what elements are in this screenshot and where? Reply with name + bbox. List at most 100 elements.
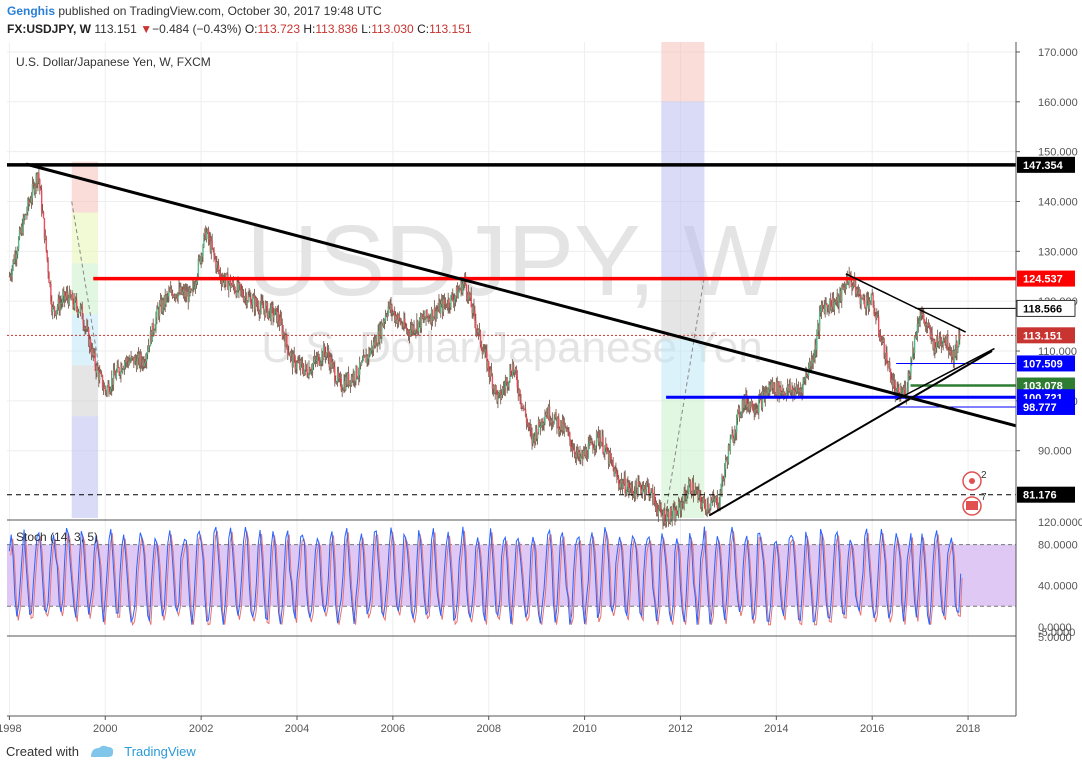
level-price-label: 147.354 (1023, 160, 1064, 172)
event-markers[interactable]: 2 7 (962, 470, 987, 516)
candle-body (676, 510, 678, 515)
candle-body (580, 456, 582, 461)
fib-zone (71, 263, 99, 315)
candle-body (78, 311, 81, 313)
candle-body (716, 496, 719, 508)
candle-body (459, 289, 461, 290)
candle-body (872, 294, 874, 306)
fib-zone (661, 101, 705, 161)
candle-body (56, 307, 59, 311)
candle-body (118, 367, 120, 374)
candle-body (638, 481, 640, 485)
candle-body (232, 281, 235, 286)
candle-body (513, 370, 516, 372)
fib-zone (661, 220, 705, 280)
candle-body (39, 179, 41, 189)
candle-body (398, 315, 401, 319)
candle-body (40, 188, 42, 191)
candle-body (490, 369, 493, 376)
level-price-label: 113.151 (1023, 330, 1062, 342)
candle-body (567, 429, 569, 433)
candle-body (211, 241, 213, 249)
x-tick-label: 2016 (860, 723, 884, 735)
candle-body (830, 306, 833, 310)
candle-body (256, 305, 259, 307)
candle-body (295, 367, 297, 369)
candle-body (761, 392, 764, 408)
candle-body (900, 390, 903, 393)
candle-body (498, 393, 500, 395)
candle-body (228, 283, 230, 290)
candle-body (53, 306, 56, 312)
candle-body (649, 495, 651, 498)
candle-body (113, 370, 116, 376)
candle-body (273, 315, 275, 318)
candle-body (300, 360, 303, 364)
candle-body (290, 352, 293, 354)
candle-body (177, 292, 179, 299)
candle-body (861, 298, 863, 299)
candle-body (181, 291, 184, 294)
candle-body (383, 320, 386, 322)
candle-body (75, 297, 77, 301)
chart-canvas[interactable]: USDJPY, W U.S. Dollar/Japanese Yen -5.00… (0, 0, 1082, 740)
candle-body (710, 502, 712, 509)
candle-body (59, 303, 61, 311)
candle-body (923, 313, 925, 320)
candle-body (129, 361, 131, 362)
candle-body (619, 483, 622, 488)
candle-body (519, 390, 521, 401)
stochastic-pane: -5.00000.000040.000080.00005.0000120.000… (7, 517, 1082, 644)
candle-body (405, 326, 407, 328)
lower-pane-tick-label: 5.0000 (1038, 632, 1072, 644)
candle-body (617, 476, 619, 479)
x-tick-label: 2018 (956, 723, 980, 735)
candle-body (735, 417, 738, 433)
candle-body (255, 298, 258, 306)
candle-body (866, 297, 869, 300)
candle-body (81, 304, 83, 320)
candle-body (465, 285, 468, 295)
candle-body (640, 484, 642, 490)
candle-body (806, 374, 808, 376)
candle-body (360, 361, 363, 366)
stoch-tick-label: 80.0000 (1038, 540, 1078, 552)
candle-body (100, 373, 103, 376)
y-tick-label: 130.000 (1038, 246, 1078, 258)
candle-body (548, 406, 551, 422)
candle-body (740, 411, 743, 415)
candle-body (334, 366, 336, 381)
candle-body (146, 354, 148, 362)
candle-body (463, 281, 465, 285)
candle-body (426, 310, 428, 317)
candle-body (414, 331, 416, 333)
candle-body (16, 249, 19, 255)
candle-body (401, 322, 403, 327)
candle-body (909, 373, 911, 376)
candle-body (233, 285, 236, 292)
candle-body (16, 254, 18, 259)
x-tick-label: 2002 (189, 723, 213, 735)
candle-body (495, 385, 497, 392)
candle-body (104, 386, 106, 392)
candle-body (479, 330, 482, 345)
candle-body (31, 183, 34, 199)
candle-body (667, 511, 670, 523)
candle-body (218, 271, 221, 273)
candle-body (26, 211, 28, 215)
candle-body (959, 333, 961, 340)
candle-body (303, 369, 306, 375)
candle-body (124, 361, 127, 363)
candle-body (154, 327, 156, 331)
candle-body (101, 375, 104, 388)
candle-body (213, 249, 215, 256)
candle-body (69, 290, 71, 297)
candle-body (452, 294, 454, 300)
candle-body (863, 295, 865, 301)
candle-body (844, 288, 847, 289)
x-tick-label: 2000 (93, 723, 117, 735)
candle-body (335, 381, 338, 383)
candle-body (889, 361, 891, 369)
tradingview-brand-link[interactable]: TradingView (124, 744, 196, 759)
candle-body (655, 504, 658, 511)
